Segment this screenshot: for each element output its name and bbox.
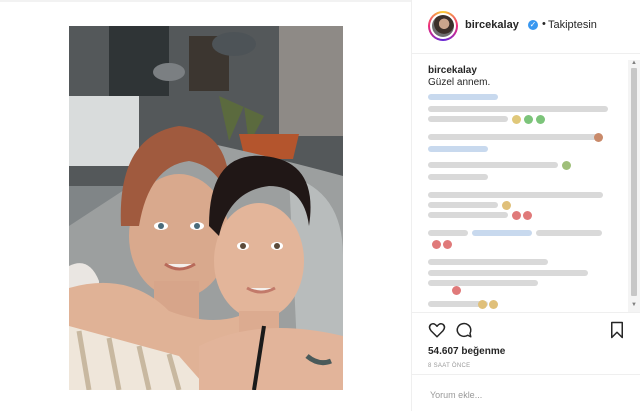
heart-icon[interactable] (428, 321, 446, 339)
emoji-icon (562, 161, 571, 170)
blurred-comment (428, 134, 598, 140)
emoji-icon (443, 240, 452, 249)
emoji-icon (489, 300, 498, 309)
verified-badge-icon: ✓ (528, 20, 538, 30)
emoji-icon (536, 115, 545, 124)
comment-icon[interactable] (455, 321, 473, 339)
scroll-down-arrow-icon[interactable]: ▼ (631, 302, 637, 308)
caption-text: Güzel annem. (428, 77, 491, 88)
post-photo[interactable] (69, 26, 343, 390)
blurred-comment (428, 202, 498, 208)
blurred-comment (428, 230, 468, 236)
emoji-icon (452, 286, 461, 295)
emoji-icon (478, 300, 487, 309)
blurred-link[interactable] (428, 146, 488, 152)
emoji-icon (432, 240, 441, 249)
emoji-icon (524, 115, 533, 124)
blurred-comment (428, 270, 588, 276)
scroll-up-arrow-icon[interactable]: ▲ (631, 60, 637, 66)
emoji-icon (512, 211, 521, 220)
comments-scrollbar[interactable]: ▲ ▼ (628, 60, 640, 312)
comment-input[interactable] (428, 386, 632, 404)
bookmark-icon[interactable] (608, 321, 626, 339)
avatar-image (432, 15, 454, 37)
photo-illustration (69, 26, 343, 390)
blurred-comment (428, 162, 558, 168)
blurred-comment (428, 116, 508, 122)
blurred-comment (428, 192, 603, 198)
blurred-link[interactable] (428, 94, 498, 100)
separator-dot: • (542, 18, 546, 30)
username-link[interactable]: bircekalay (465, 19, 519, 31)
comment-box (412, 374, 640, 412)
blurred-comment (428, 280, 538, 286)
comments-list: bircekalay Güzel annem. (412, 54, 628, 312)
avatar[interactable] (428, 11, 458, 41)
emoji-icon (512, 115, 521, 124)
post-timestamp: 8 SAAT ÖNCE (428, 363, 471, 369)
post-sidebar: bircekalay ✓ • Takiptesin bircekalay Güz… (411, 0, 640, 411)
blurred-comment (428, 212, 508, 218)
emoji-icon (502, 201, 511, 210)
post-actions: 54.607 beğenme 8 SAAT ÖNCE (412, 312, 640, 373)
blurred-comment (428, 259, 548, 265)
blurred-link[interactable] (472, 230, 532, 236)
emoji-icon (523, 211, 532, 220)
following-button[interactable]: Takiptesin (548, 19, 597, 31)
scroll-thumb[interactable] (631, 68, 637, 296)
post-header: bircekalay ✓ • Takiptesin (412, 0, 640, 54)
blurred-comment (536, 230, 602, 236)
caption-username[interactable]: bircekalay (428, 65, 477, 76)
likes-count[interactable]: 54.607 beğenme (428, 346, 505, 357)
blurred-comment (428, 106, 608, 112)
photo-panel (0, 2, 410, 411)
emoji-icon (594, 133, 603, 142)
blurred-comment (428, 174, 488, 180)
